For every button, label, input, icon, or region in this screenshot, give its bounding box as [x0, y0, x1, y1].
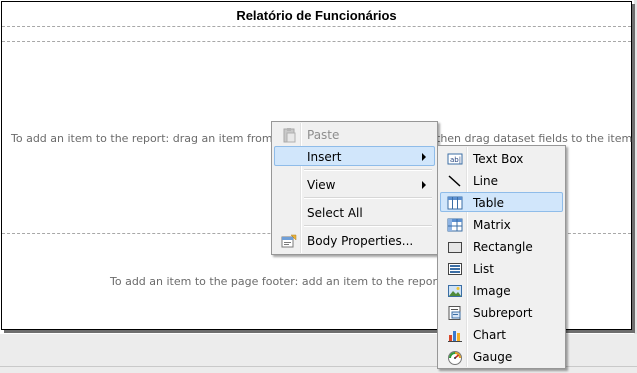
- textbox-icon: ab|: [447, 151, 463, 167]
- menu-item-paste[interactable]: Paste: [274, 124, 435, 144]
- body-top-divider: [2, 41, 631, 42]
- chart-icon: [447, 327, 463, 343]
- submenu-item-matrix[interactable]: Matrix: [440, 214, 563, 234]
- submenu-item-line[interactable]: Line: [440, 170, 563, 190]
- submenu-arrow-icon: [422, 181, 426, 189]
- table-icon: [447, 195, 463, 211]
- menu-item-select-all[interactable]: Select All: [274, 202, 435, 222]
- context-menu: Paste Insert View Select All Body Proper…: [271, 121, 438, 255]
- menu-item-insert[interactable]: Insert: [274, 146, 435, 166]
- submenu-item-rectangle[interactable]: Rectangle: [440, 236, 563, 256]
- gauge-icon: [447, 349, 463, 365]
- paste-icon: [281, 127, 297, 143]
- menu-item-body-properties[interactable]: Body Properties...: [274, 230, 435, 250]
- insert-submenu: ab| Text Box Line Table Matrix Rectangle…: [437, 145, 566, 369]
- line-icon: [447, 173, 463, 189]
- submenu-item-subreport[interactable]: Subreport: [440, 302, 563, 322]
- rectangle-icon: [447, 239, 463, 255]
- svg-text:ab|: ab|: [450, 156, 461, 164]
- footer-hint-text: To add an item to the page footer: add a…: [110, 275, 474, 288]
- subreport-icon: [447, 305, 463, 321]
- report-title[interactable]: Relatório de Funcionários: [2, 8, 631, 23]
- list-icon: [447, 261, 463, 277]
- image-icon: [447, 283, 463, 299]
- menu-separator: [304, 197, 432, 199]
- submenu-item-list[interactable]: List: [440, 258, 563, 278]
- menu-separator: [304, 169, 432, 171]
- body-hint-text: To add an item to the report: drag an it…: [11, 132, 310, 145]
- menu-separator: [304, 225, 432, 227]
- menu-item-view[interactable]: View: [274, 174, 435, 194]
- header-divider: [2, 26, 631, 27]
- submenu-item-table[interactable]: Table: [440, 192, 563, 212]
- properties-icon: [281, 233, 297, 249]
- submenu-item-chart[interactable]: Chart: [440, 324, 563, 344]
- submenu-item-text-box[interactable]: ab| Text Box: [440, 148, 563, 168]
- submenu-item-gauge[interactable]: Gauge: [440, 346, 563, 366]
- matrix-icon: [447, 217, 463, 233]
- submenu-item-image[interactable]: Image: [440, 280, 563, 300]
- submenu-arrow-icon: [422, 153, 426, 161]
- body-hint-text-tail: then drag dataset fields to the item.: [436, 132, 636, 145]
